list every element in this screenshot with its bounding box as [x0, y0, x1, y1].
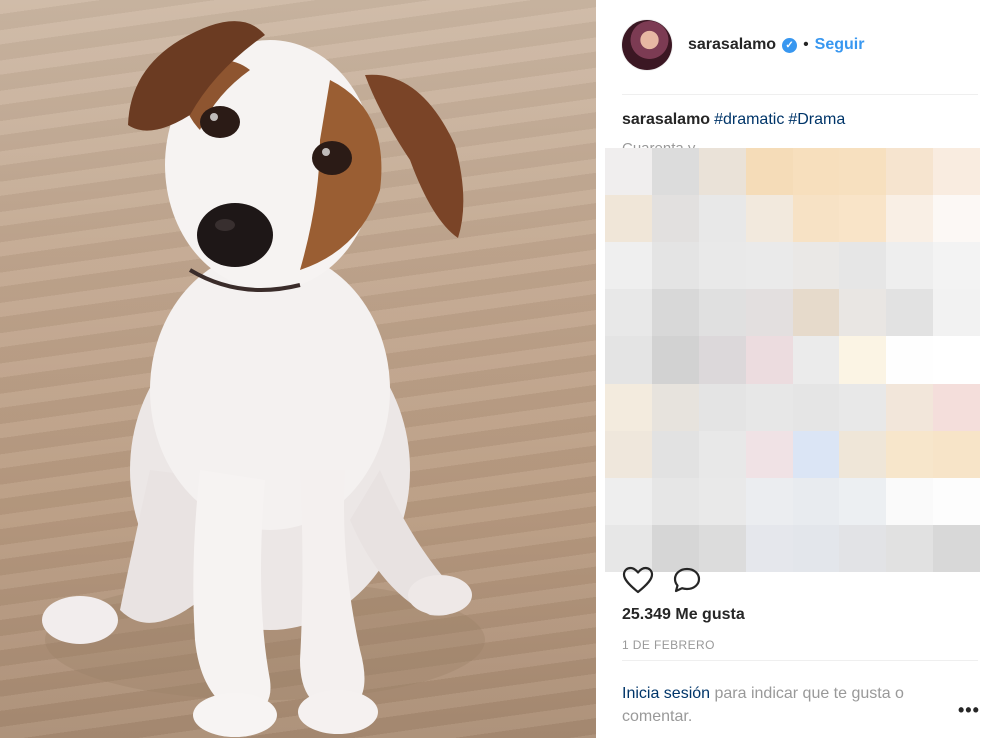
mosaic-tile [745, 289, 793, 337]
mosaic-tile [933, 242, 980, 290]
mosaic-tile [886, 430, 934, 478]
mosaic-tile [839, 289, 887, 337]
mosaic-tile [745, 477, 793, 525]
mosaic-tile [839, 430, 887, 478]
mosaic-tile [792, 148, 840, 196]
mosaic-tile [792, 383, 840, 431]
mosaic-tile [792, 242, 840, 290]
footer-divider [622, 660, 978, 661]
mosaic-tile [698, 336, 746, 384]
mosaic-tile [933, 289, 980, 337]
mosaic-tile [886, 242, 934, 290]
mosaic-tile [745, 336, 793, 384]
mosaic-tile [651, 524, 699, 572]
mosaic-tile [605, 336, 652, 384]
mosaic-tile [745, 430, 793, 478]
mosaic-tile [745, 195, 793, 243]
mosaic-tile [839, 524, 887, 572]
mosaic-tile [651, 477, 699, 525]
avatar[interactable] [622, 20, 672, 70]
mosaic-tile [605, 289, 652, 337]
mosaic-tile [886, 336, 934, 384]
mosaic-tile [651, 148, 699, 196]
puppy-illustration [42, 21, 485, 737]
mosaic-tile [933, 195, 980, 243]
post-photo-puppy[interactable] [0, 0, 596, 738]
caption-username-link[interactable]: sarasalamo [622, 111, 710, 128]
mosaic-tile [792, 430, 840, 478]
mosaic-tile [792, 336, 840, 384]
post-date[interactable]: 1 DE FEBRERO [622, 638, 715, 652]
mosaic-tile [651, 336, 699, 384]
mosaic-tile [745, 148, 793, 196]
mosaic-tile [839, 477, 887, 525]
username-link[interactable]: sarasalamo [688, 36, 776, 54]
mosaic-tile [792, 524, 840, 572]
login-prompt: Inicia sesión para indicar que te gusta … [622, 682, 952, 728]
mosaic-tile [651, 383, 699, 431]
mosaic-tile [933, 477, 980, 525]
mosaic-tile [839, 336, 887, 384]
mosaic-tile [605, 477, 652, 525]
mosaic-tile [745, 383, 793, 431]
mosaic-tile [839, 242, 887, 290]
header-divider [622, 94, 978, 95]
verified-badge-icon: ✓ [782, 37, 798, 53]
mosaic-tile [698, 477, 746, 525]
mosaic-tile [698, 148, 746, 196]
mosaic-tile [886, 524, 934, 572]
mosaic-tile [605, 195, 652, 243]
mosaic-tile [886, 289, 934, 337]
mosaic-tile [792, 289, 840, 337]
comment-bubble-icon[interactable] [672, 566, 702, 594]
hashtag-link[interactable]: #Drama [788, 111, 845, 128]
mosaic-tile [792, 477, 840, 525]
mosaic-tile [933, 336, 980, 384]
separator-dot: • [803, 36, 809, 53]
mosaic-tile [651, 430, 699, 478]
post-caption: sarasalamo #dramatic #Drama [622, 111, 845, 129]
mosaic-tile [745, 242, 793, 290]
instagram-post: sarasalamo ✓ • Seguir sarasalamo #dramati… [0, 0, 1000, 738]
heart-icon[interactable] [622, 566, 654, 594]
more-options-button[interactable]: ••• [958, 700, 980, 721]
mosaic-tile [605, 524, 652, 572]
mosaic-tile [886, 195, 934, 243]
post-header: sarasalamo ✓ • Seguir [622, 18, 978, 72]
pixelated-comments-area [605, 148, 980, 572]
mosaic-tile [886, 477, 934, 525]
follow-button[interactable]: Seguir [815, 36, 865, 54]
action-bar [622, 566, 702, 594]
mosaic-tile [651, 242, 699, 290]
post-details-panel: sarasalamo ✓ • Seguir sarasalamo #dramati… [596, 0, 1000, 738]
mosaic-tile [651, 195, 699, 243]
hashtag-link[interactable]: #dramatic [714, 111, 784, 128]
mosaic-tile [605, 148, 652, 196]
mosaic-tile [839, 195, 887, 243]
mosaic-tile [605, 383, 652, 431]
mosaic-tile [698, 524, 746, 572]
mosaic-tile [698, 289, 746, 337]
mosaic-tile [698, 242, 746, 290]
mosaic-tile [792, 195, 840, 243]
mosaic-tile [605, 430, 652, 478]
mosaic-tile [605, 242, 652, 290]
mosaic-tile [745, 524, 793, 572]
mosaic-tile [933, 383, 980, 431]
mosaic-tile [839, 383, 887, 431]
mosaic-tile [839, 148, 887, 196]
mosaic-tile [933, 148, 980, 196]
mosaic-tile [698, 195, 746, 243]
mosaic-tile [698, 383, 746, 431]
likes-count[interactable]: 25.349 Me gusta [622, 606, 745, 624]
mosaic-tile [933, 524, 980, 572]
mosaic-tile [651, 289, 699, 337]
mosaic-tile [886, 148, 934, 196]
login-link[interactable]: Inicia sesión [622, 685, 710, 702]
mosaic-tile [886, 383, 934, 431]
mosaic-tile [698, 430, 746, 478]
mosaic-tile [933, 430, 980, 478]
